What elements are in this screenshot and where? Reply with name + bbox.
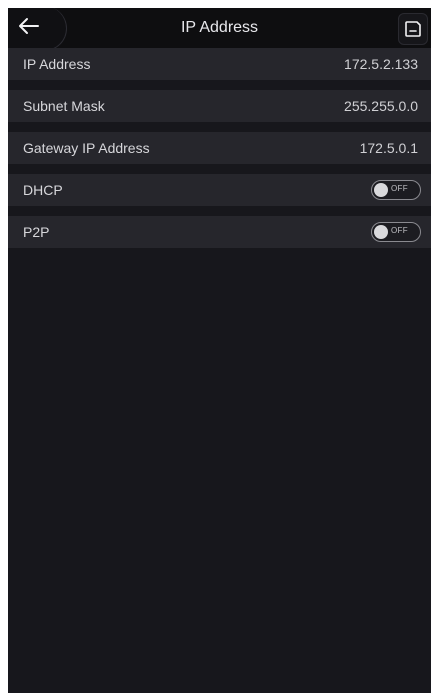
subnet-mask-row[interactable]: Subnet Mask 255.255.0.0: [8, 90, 431, 122]
ip-address-label: IP Address: [23, 56, 91, 72]
subnet-mask-label: Subnet Mask: [23, 98, 105, 114]
toggle-knob: [374, 225, 388, 239]
p2p-label: P2P: [23, 224, 50, 240]
dhcp-row: DHCP OFF: [8, 174, 431, 206]
gateway-ip-row[interactable]: Gateway IP Address 172.5.0.1: [8, 132, 431, 164]
toggle-knob: [374, 183, 388, 197]
p2p-toggle-state: OFF: [391, 226, 408, 235]
gateway-ip-label: Gateway IP Address: [23, 140, 150, 156]
p2p-row: P2P OFF: [8, 216, 431, 248]
dhcp-toggle-state: OFF: [391, 184, 408, 193]
save-icon: [405, 21, 421, 37]
dhcp-label: DHCP: [23, 182, 63, 198]
page-title: IP Address: [180, 19, 259, 36]
save-button[interactable]: [398, 13, 428, 45]
dhcp-toggle[interactable]: OFF: [371, 180, 421, 200]
subnet-mask-value: 255.255.0.0: [344, 98, 418, 114]
settings-list: IP Address 172.5.2.133 Subnet Mask 255.2…: [8, 48, 431, 258]
ip-address-screen: IP Address IP Address 172.5.2.133 Subnet…: [8, 8, 431, 693]
p2p-toggle[interactable]: OFF: [371, 222, 421, 242]
ip-address-value: 172.5.2.133: [344, 56, 418, 72]
gateway-ip-value: 172.5.0.1: [359, 140, 418, 156]
top-bar: IP Address: [8, 8, 431, 51]
ip-address-row[interactable]: IP Address 172.5.2.133: [8, 48, 431, 80]
